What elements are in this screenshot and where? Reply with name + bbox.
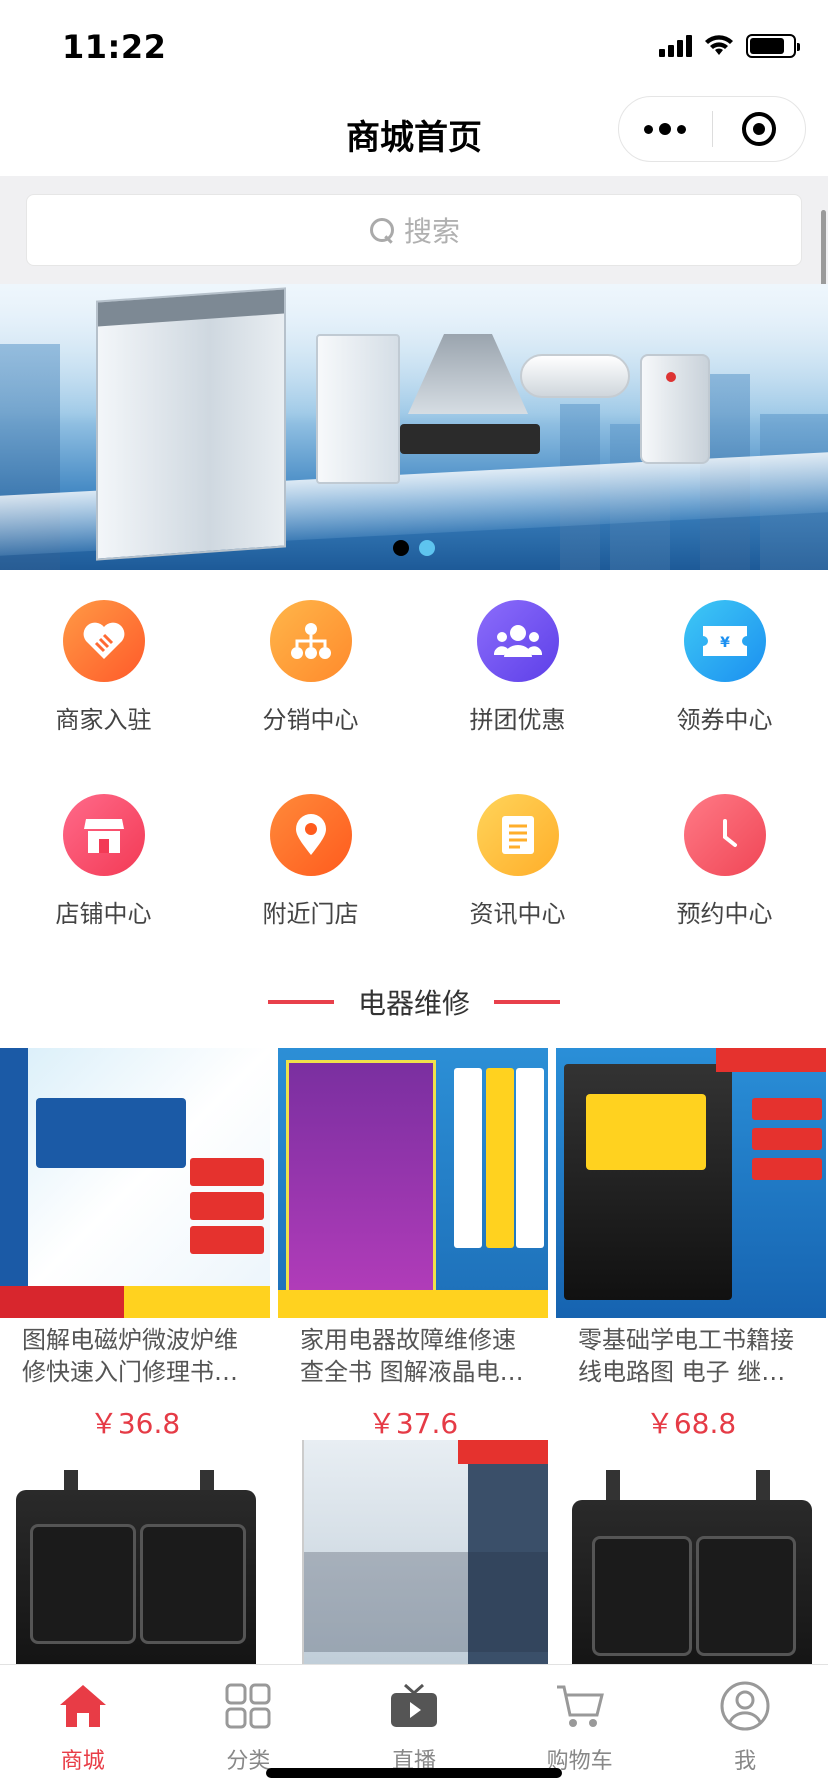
electric-heater-image xyxy=(520,354,630,398)
search-input[interactable]: 搜索 xyxy=(26,194,802,266)
status-time: 11:22 xyxy=(62,28,167,66)
tab-label: 我 xyxy=(734,1749,757,1774)
news-icon xyxy=(476,794,559,876)
shortcut-label: 资讯中心 xyxy=(469,900,566,928)
dishwasher-image xyxy=(96,287,286,561)
shortcut-grid: 商家入驻 分销中心 拼团优惠 ¥ 领券中心 店铺中心 附近门店 资讯中心 预约中… xyxy=(0,570,828,960)
product-price: ￥37.6 xyxy=(367,1407,459,1440)
shortcut-distribution-center[interactable]: 分销中心 xyxy=(207,570,414,764)
status-bar: 11:22 xyxy=(0,0,828,96)
shortcut-label: 领券中心 xyxy=(676,706,773,734)
more-dot-icon xyxy=(677,124,687,134)
home-indicator[interactable] xyxy=(266,1768,562,1778)
target-icon xyxy=(741,112,776,146)
shortcut-label: 预约中心 xyxy=(676,900,773,928)
shortcut-label: 附近门店 xyxy=(262,900,359,928)
product-image xyxy=(0,1048,270,1318)
svg-text:¥: ¥ xyxy=(720,635,730,651)
location-icon xyxy=(269,794,352,876)
store-icon xyxy=(62,794,145,876)
network-icon xyxy=(269,600,352,682)
section-divider-right xyxy=(494,1000,560,1004)
product-name: 零基础学电工书籍接线电路图 电子 继… xyxy=(578,1326,794,1386)
battery-level xyxy=(750,38,784,54)
shortcut-news-center[interactable]: 资讯中心 xyxy=(414,764,621,958)
banner-carousel[interactable] xyxy=(0,284,828,570)
group-icon xyxy=(476,600,559,682)
product-name: 图解电磁炉微波炉维修快速入门修理书… xyxy=(22,1326,238,1386)
carousel-dots xyxy=(0,540,828,556)
shortcut-nearby-stores[interactable]: 附近门店 xyxy=(207,764,414,958)
product-image xyxy=(556,1048,826,1318)
close-miniprogram-button[interactable] xyxy=(713,97,806,161)
search-icon xyxy=(368,216,396,244)
shortcut-booking-center[interactable]: 预约中心 xyxy=(621,764,828,958)
tab-label: 分类 xyxy=(226,1749,271,1774)
signal-icon xyxy=(659,35,692,57)
carousel-dot-active[interactable] xyxy=(419,540,435,556)
miniprogram-capsule xyxy=(618,96,806,162)
product-list: 图解电磁炉微波炉维修快速入门修理书… ￥36.8 家用电器故障维修速查全书 图解… xyxy=(0,1044,828,1710)
battery-icon xyxy=(746,34,800,58)
shortcut-coupon-center[interactable]: ¥ 领券中心 xyxy=(621,570,828,764)
home-icon xyxy=(59,1685,106,1727)
product-image xyxy=(278,1048,548,1318)
tab-me[interactable]: 我 xyxy=(662,1665,828,1792)
product-price: ￥36.8 xyxy=(89,1407,181,1440)
shortcut-merchant-join[interactable]: 商家入驻 xyxy=(0,570,207,764)
section-divider-left xyxy=(267,1000,334,1004)
product-card[interactable]: 家用电器故障维修速查全书 图解液晶电… ￥37.6 xyxy=(278,1048,548,1442)
product-card[interactable]: 图解电磁炉微波炉维修快速入门修理书… ￥36.8 xyxy=(0,1048,270,1442)
shortcut-label: 店铺中心 xyxy=(55,900,152,928)
more-dot-icon xyxy=(659,123,672,135)
boiler-image xyxy=(640,354,710,464)
tv-icon xyxy=(390,1683,437,1727)
shortcut-label: 拼团优惠 xyxy=(469,706,566,734)
shortcut-store-center[interactable]: 店铺中心 xyxy=(0,764,207,958)
carousel-dot[interactable] xyxy=(393,540,409,556)
shortcut-group-buy[interactable]: 拼团优惠 xyxy=(414,570,621,764)
search-placeholder: 搜索 xyxy=(403,215,460,248)
product-price: ￥68.8 xyxy=(645,1407,737,1440)
tab-label: 商城 xyxy=(60,1749,105,1774)
more-dot-icon xyxy=(644,124,654,134)
user-icon xyxy=(720,1681,770,1731)
water-heater-image xyxy=(316,334,400,484)
more-menu-button[interactable] xyxy=(619,97,712,161)
nav-bar: 商城首页 xyxy=(0,96,828,176)
section-title: 电器维修 xyxy=(357,987,470,1020)
cart-icon xyxy=(556,1685,604,1727)
grid-icon xyxy=(225,1683,271,1729)
handshake-icon xyxy=(62,600,145,682)
status-icons xyxy=(659,34,800,58)
search-area: 搜索 xyxy=(0,176,828,284)
gas-stove-image xyxy=(400,424,540,454)
shortcut-label: 分销中心 xyxy=(262,706,359,734)
product-card[interactable]: 零基础学电工书籍接线电路图 电子 继… ￥68.8 xyxy=(556,1048,826,1442)
wifi-icon xyxy=(705,35,733,55)
section-header: 电器维修 xyxy=(0,960,828,1044)
coupon-icon: ¥ xyxy=(683,600,766,682)
tab-mall[interactable]: 商城 xyxy=(0,1665,166,1792)
product-name: 家用电器故障维修速查全书 图解液晶电… xyxy=(300,1326,524,1386)
clock-icon xyxy=(683,794,766,876)
shortcut-label: 商家入驻 xyxy=(55,706,152,734)
